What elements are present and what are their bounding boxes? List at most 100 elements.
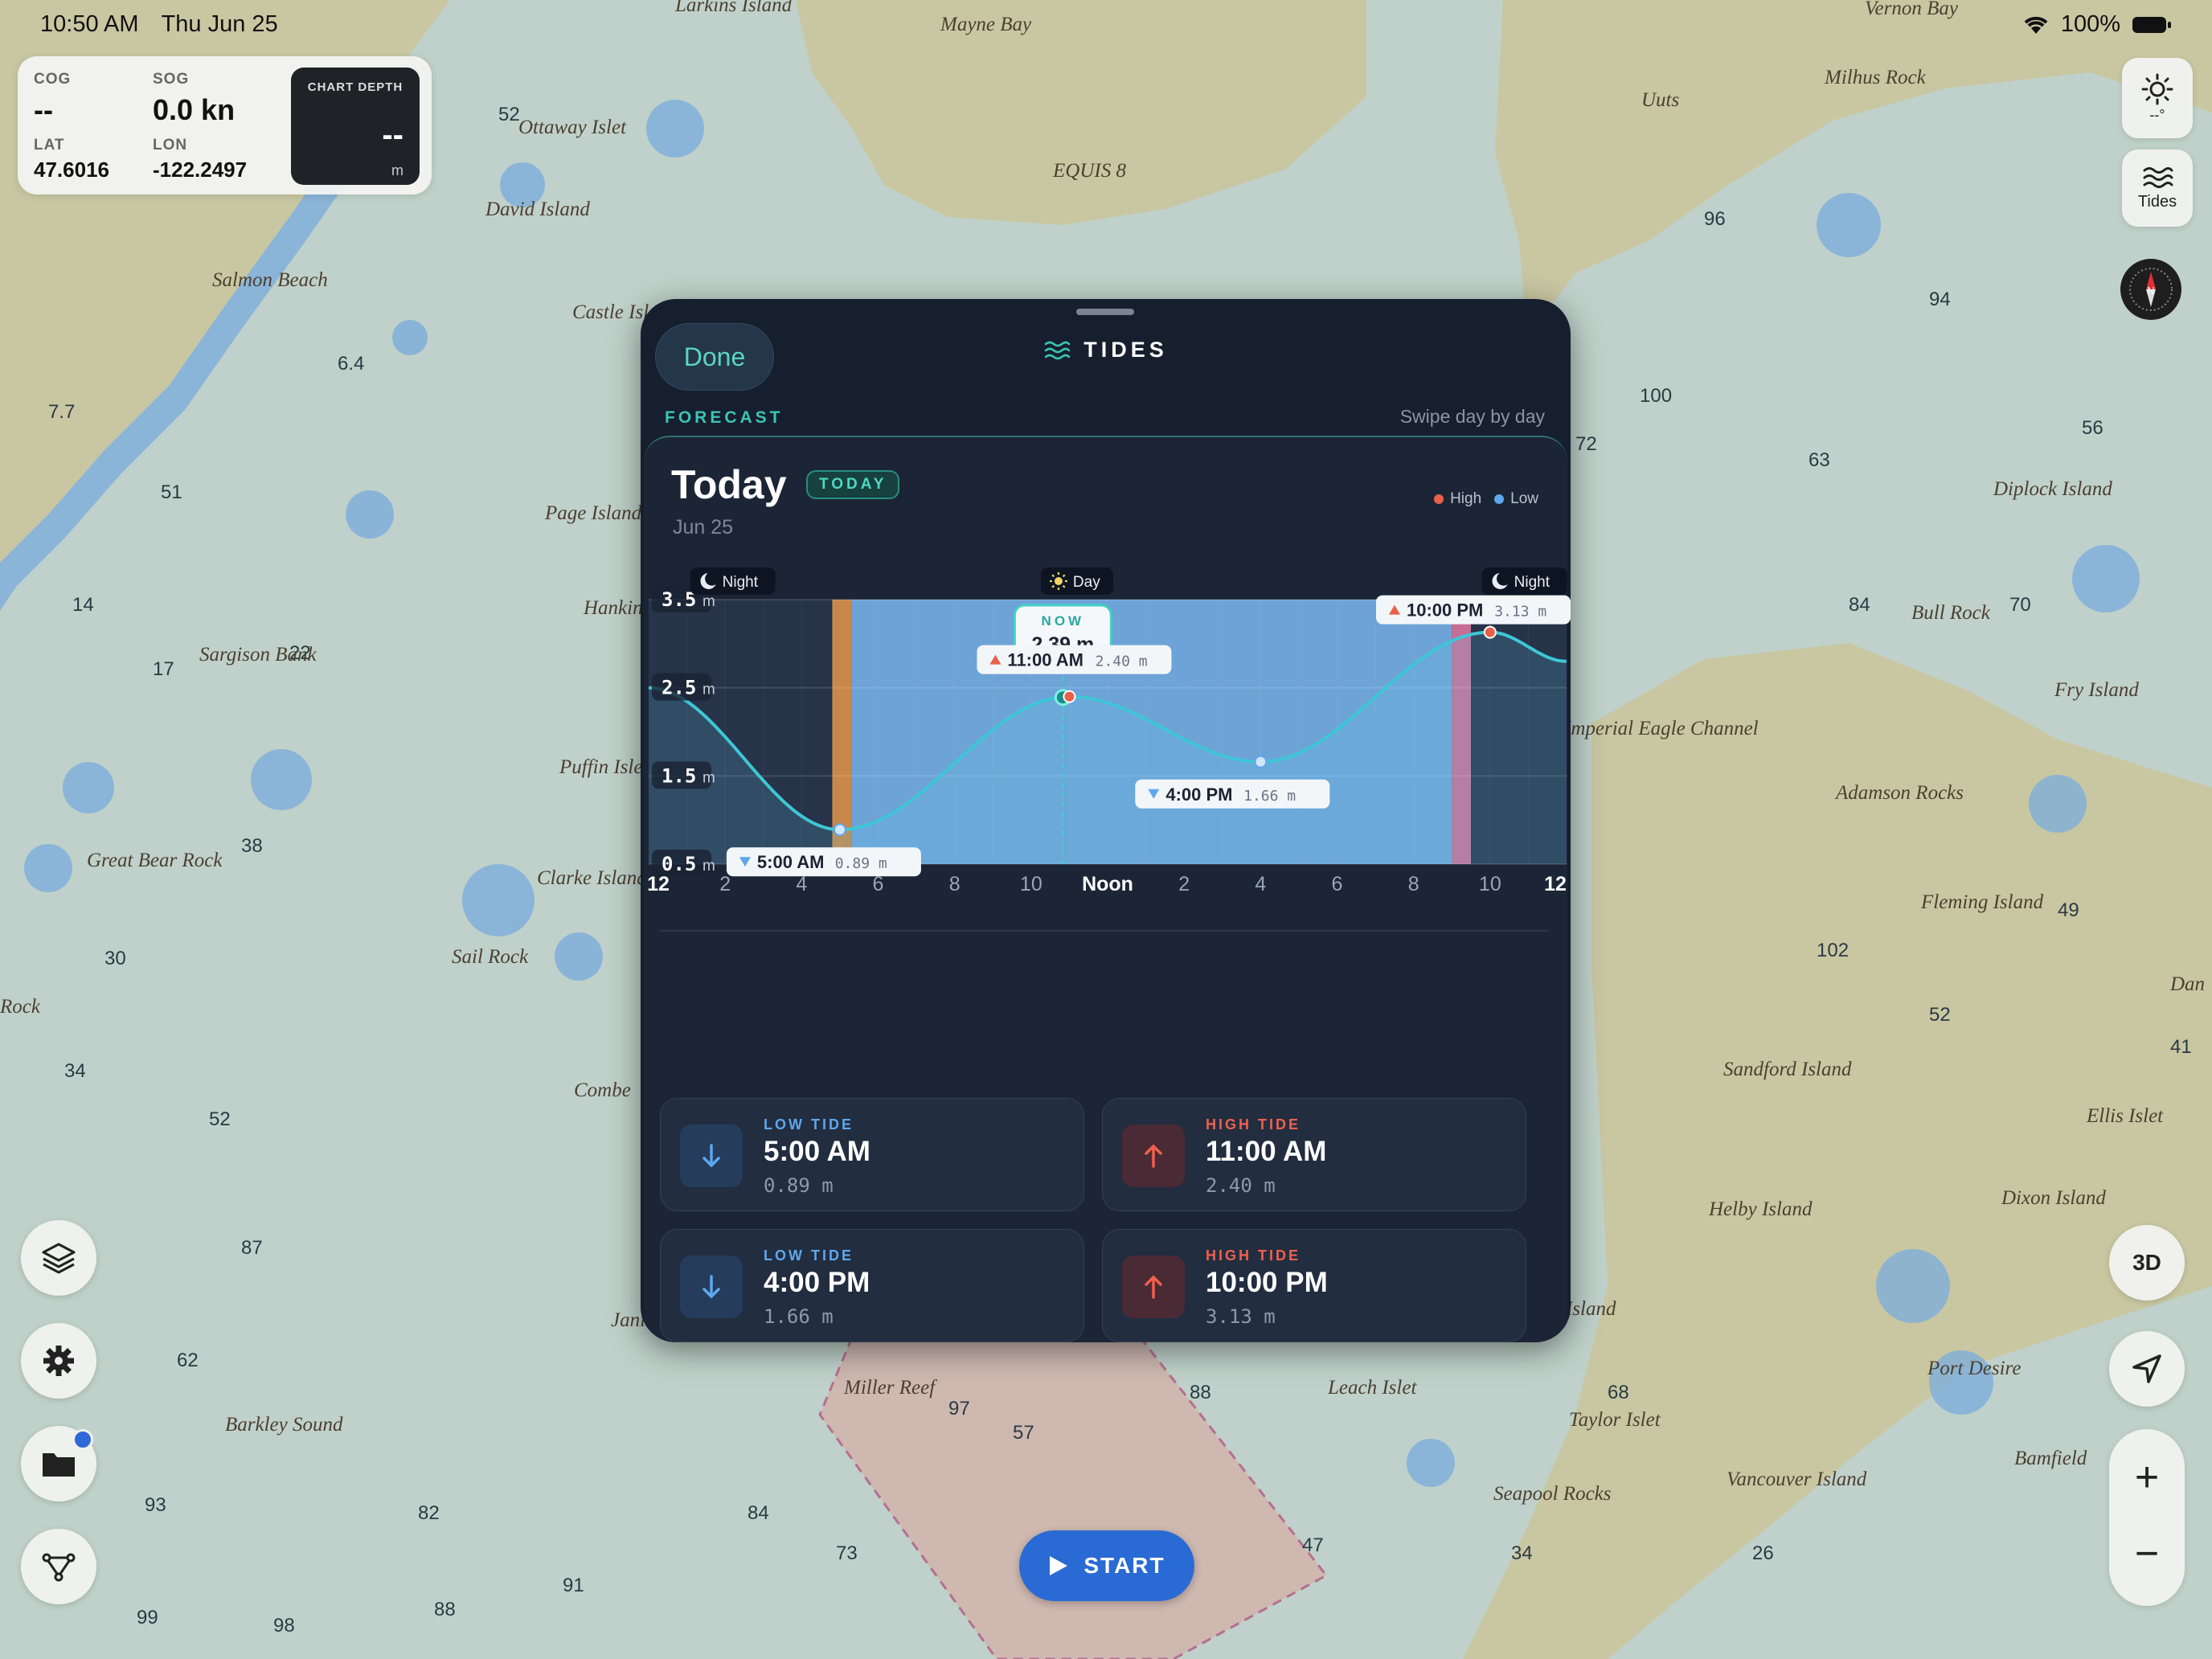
svg-text:93: 93 bbox=[145, 1494, 166, 1516]
tide-chart[interactable]: NOW2.39 m5:00 AM 0.89 m11:00 AM 2.40 m4:00… bbox=[641, 299, 1571, 1087]
locate-button[interactable] bbox=[2109, 1331, 2185, 1407]
now-label: NOW bbox=[1042, 613, 1085, 629]
brightness-button[interactable]: --° bbox=[2122, 58, 2193, 138]
chart-depth-readout[interactable]: CHART DEPTH -- m bbox=[291, 68, 420, 185]
svg-text:87: 87 bbox=[241, 1237, 263, 1259]
zoom-out-button[interactable]: − bbox=[2135, 1518, 2159, 1598]
period-label-4: Night bbox=[1514, 574, 1550, 591]
arrow-down-icon bbox=[680, 1124, 743, 1187]
arrow-up-icon bbox=[1122, 1256, 1185, 1318]
y-tick-unit-2: m bbox=[703, 682, 715, 698]
tide-tile-0[interactable]: LOW TIDE 5:00 AM 0.89 m bbox=[660, 1098, 1084, 1211]
tides-sheet[interactable]: Done TIDES FORECAST Swipe day by day Tod… bbox=[641, 299, 1571, 1342]
y-tick-label-1: 1.5 bbox=[662, 764, 696, 787]
x-tick-label-7: 2 bbox=[1178, 873, 1190, 895]
3d-view-button[interactable]: 3D bbox=[2109, 1225, 2185, 1301]
x-tick-label-9: 6 bbox=[1332, 873, 1343, 895]
status-date: Thu Jun 25 bbox=[161, 11, 278, 37]
route-icon bbox=[42, 1553, 76, 1582]
notification-badge bbox=[72, 1429, 93, 1450]
tides-button-label: Tides bbox=[2137, 192, 2177, 211]
svg-text:David Island: David Island bbox=[485, 199, 590, 220]
svg-text:Vancouver Island: Vancouver Island bbox=[1727, 1469, 1867, 1490]
svg-text:47: 47 bbox=[1302, 1534, 1324, 1556]
svg-text:102: 102 bbox=[1817, 940, 1849, 961]
sun-core bbox=[1054, 577, 1063, 585]
nav-info-panel[interactable]: COG -- SOG 0.0 kn LAT 47.6016 LON -122.2… bbox=[18, 56, 432, 195]
svg-text:56: 56 bbox=[2082, 417, 2103, 439]
y-tick-label-3: 3.5 bbox=[662, 588, 696, 611]
svg-text:N: N bbox=[2147, 285, 2154, 297]
status-time: 10:50 AM bbox=[40, 11, 139, 37]
svg-text:88: 88 bbox=[434, 1599, 456, 1620]
waves-icon bbox=[2143, 166, 2173, 188]
extreme-height-2: 1.66 m bbox=[1243, 788, 1296, 805]
svg-text:68: 68 bbox=[1608, 1382, 1629, 1403]
svg-text:98: 98 bbox=[273, 1615, 295, 1636]
svg-text:Dan: Dan bbox=[2169, 973, 2205, 995]
svg-text:49: 49 bbox=[2058, 899, 2079, 921]
extreme-time-1: 11:00 AM bbox=[1007, 650, 1083, 670]
start-navigation-button[interactable]: START bbox=[1019, 1530, 1194, 1601]
zoom-controls: + − bbox=[2109, 1429, 2185, 1606]
svg-text:73: 73 bbox=[836, 1542, 858, 1564]
svg-text:Dixon Island: Dixon Island bbox=[2001, 1187, 2106, 1209]
files-button[interactable] bbox=[21, 1426, 96, 1501]
svg-text:Hankin: Hankin bbox=[583, 597, 643, 619]
svg-text:6.4: 6.4 bbox=[338, 353, 364, 375]
route-button[interactable] bbox=[21, 1529, 96, 1604]
zoom-in-button[interactable]: + bbox=[2135, 1437, 2159, 1518]
svg-text:Rock: Rock bbox=[0, 996, 41, 1018]
tile-height: 2.40 m bbox=[1206, 1174, 1276, 1197]
tide-tile-3[interactable]: HIGH TIDE 10:00 PM 3.13 m bbox=[1102, 1229, 1526, 1342]
extreme-point-1 bbox=[1063, 690, 1076, 703]
tile-kind: LOW TIDE bbox=[764, 1116, 854, 1133]
svg-text:Sargison Bank: Sargison Bank bbox=[199, 644, 317, 666]
y-tick-label-0: 0.5 bbox=[662, 853, 696, 875]
compass-button[interactable]: N bbox=[2120, 259, 2181, 320]
svg-text:52: 52 bbox=[1929, 1004, 1951, 1026]
tile-time: 5:00 AM bbox=[764, 1136, 870, 1167]
svg-text:Diplock Island: Diplock Island bbox=[1993, 478, 2112, 500]
svg-text:14: 14 bbox=[72, 594, 94, 616]
lon-readout: LON -122.2497 bbox=[153, 137, 248, 182]
tide-tile-2[interactable]: LOW TIDE 4:00 PM 1.66 m bbox=[660, 1229, 1084, 1342]
layers-button[interactable] bbox=[21, 1220, 96, 1296]
y-tick-label-2: 2.5 bbox=[662, 677, 696, 699]
tile-height: 0.89 m bbox=[764, 1174, 834, 1197]
x-tick-label-0: 12 bbox=[647, 873, 670, 895]
svg-text:17: 17 bbox=[153, 658, 174, 680]
brightness-label: --° bbox=[2149, 106, 2165, 123]
x-tick-label-2: 4 bbox=[796, 873, 807, 895]
lat-readout: LAT 47.6016 bbox=[34, 137, 109, 182]
svg-text:Page Island: Page Island bbox=[544, 502, 642, 524]
x-tick-label-6: Noon bbox=[1082, 873, 1133, 895]
svg-text:Uuts: Uuts bbox=[1641, 89, 1679, 111]
svg-text:52: 52 bbox=[209, 1108, 231, 1130]
layers-icon bbox=[42, 1243, 76, 1274]
sun-ray bbox=[1051, 584, 1055, 588]
svg-text:96: 96 bbox=[1704, 208, 1726, 230]
svg-text:Fleming Island: Fleming Island bbox=[1920, 891, 2044, 913]
extreme-time-2: 4:00 PM bbox=[1165, 784, 1232, 805]
svg-text:70: 70 bbox=[2009, 594, 2031, 616]
tile-kind: LOW TIDE bbox=[764, 1247, 854, 1264]
svg-text:Ellis Islet: Ellis Islet bbox=[2086, 1105, 2164, 1127]
battery-percent: 100% bbox=[2060, 11, 2120, 37]
sun-icon bbox=[2141, 73, 2173, 104]
battery-icon bbox=[2132, 16, 2171, 33]
cog-readout: COG -- bbox=[34, 71, 72, 126]
tide-tile-1[interactable]: HIGH TIDE 11:00 AM 2.40 m bbox=[1102, 1098, 1526, 1211]
svg-text:57: 57 bbox=[1013, 1422, 1034, 1444]
svg-text:38: 38 bbox=[241, 835, 263, 857]
settings-button[interactable] bbox=[21, 1323, 96, 1399]
svg-text:Imperial Eagle Channel: Imperial Eagle Channel bbox=[1563, 718, 1759, 739]
svg-text:63: 63 bbox=[1809, 449, 1830, 471]
tile-time: 10:00 PM bbox=[1206, 1267, 1328, 1298]
svg-text:Milhus Rock: Milhus Rock bbox=[1824, 67, 1927, 88]
svg-text:Helby Island: Helby Island bbox=[1708, 1198, 1813, 1220]
svg-text:34: 34 bbox=[64, 1060, 86, 1082]
tides-button[interactable]: Tides bbox=[2122, 150, 2193, 227]
x-tick-label-12: 12 bbox=[1544, 873, 1567, 895]
sun-ray bbox=[1051, 574, 1055, 578]
